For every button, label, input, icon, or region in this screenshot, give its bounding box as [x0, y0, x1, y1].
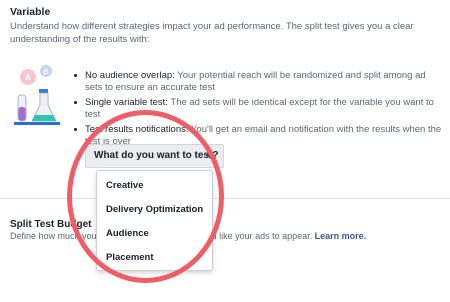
test-variable-dropdown[interactable]: What do you want to test?	[85, 144, 224, 168]
menu-item-delivery-optimization[interactable]: Delivery Optimization	[106, 204, 203, 215]
list-item: Single variable test: The ad sets will b…	[72, 97, 444, 121]
svg-text:B: B	[43, 69, 48, 76]
menu-item-creative[interactable]: Creative	[106, 180, 144, 191]
section-divider	[0, 198, 450, 199]
dropdown-label: What do you want to test?	[94, 150, 219, 161]
section-title: Variable	[10, 6, 51, 18]
section-description: Understand how different strategies impa…	[10, 21, 414, 45]
list-item: No audience overlap: Your potential reac…	[72, 70, 444, 94]
svg-text:A: A	[25, 73, 31, 82]
dropdown-menu: Creative Delivery Optimization Audience …	[96, 170, 213, 271]
ab-test-beakers-icon: A B	[14, 65, 60, 125]
feature-list: No audience overlap: Your potential reac…	[72, 70, 444, 151]
budget-section-title: Split Test Budget	[10, 219, 92, 230]
caret-down-icon	[206, 154, 214, 159]
menu-item-placement[interactable]: Placement	[106, 252, 154, 263]
learn-more-link[interactable]: Learn more.	[315, 231, 367, 241]
menu-item-audience[interactable]: Audience	[106, 228, 149, 239]
